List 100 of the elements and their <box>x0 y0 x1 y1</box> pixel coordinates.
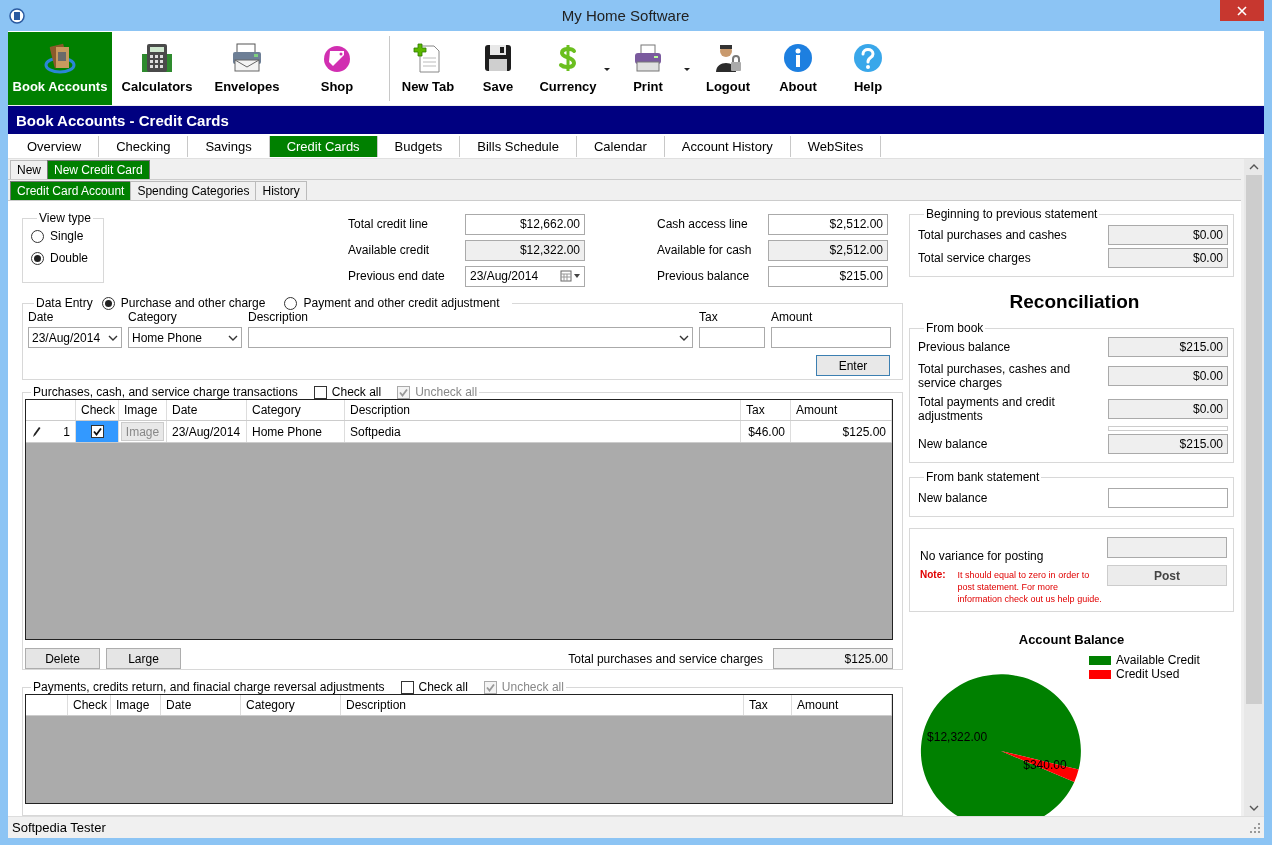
checkbox[interactable] <box>90 425 104 439</box>
toolbar-button[interactable]: About <box>763 32 833 105</box>
checkbox-label: Check all <box>418 680 468 695</box>
toolbar-button[interactable]: Print <box>613 32 693 105</box>
column-header[interactable]: Category <box>247 400 345 421</box>
column-header[interactable]: Tax <box>744 695 792 716</box>
toolbar-button[interactable]: Book Accounts <box>8 32 112 105</box>
action-button[interactable]: Large <box>106 648 181 670</box>
dropdown-field[interactable] <box>248 327 693 349</box>
column-header[interactable]: Check <box>68 695 111 716</box>
value-label: $12,322.00 <box>927 729 988 744</box>
scroll-up-icon[interactable] <box>1249 163 1259 171</box>
tab[interactable]: New <box>10 160 48 179</box>
input-field: $0.00 <box>1108 366 1228 386</box>
radio-button[interactable] <box>284 297 298 310</box>
input-field: $125.00 <box>773 648 893 670</box>
note-label: Note: <box>920 569 946 582</box>
table-cell: 23/Aug/2014 <box>167 421 247 443</box>
field-label: Date <box>28 310 55 325</box>
save-icon <box>482 42 514 74</box>
field-label: New balance <box>918 491 989 505</box>
calendar-icon[interactable] <box>560 270 582 282</box>
input-field: $12,322.00 <box>465 239 585 261</box>
input-field[interactable] <box>1108 488 1228 508</box>
field-label: Available for cash <box>657 243 753 257</box>
printer-icon <box>632 42 664 74</box>
input-field: $2,512.00 <box>768 239 888 261</box>
dropdown-field[interactable]: Home Phone <box>128 327 242 349</box>
app-icon <box>9 7 25 24</box>
checkbox-label: Uncheck all <box>501 680 564 695</box>
tab[interactable]: Budgets <box>377 136 461 157</box>
radio-button[interactable] <box>31 251 44 265</box>
dropdown-field[interactable]: 23/Aug/2014 <box>28 327 122 349</box>
input-field[interactable] <box>771 327 891 349</box>
column-header[interactable]: Date <box>161 695 241 716</box>
group-title: From book <box>925 321 985 335</box>
field-label: Total purchases, cashes and service charges <box>918 362 1072 390</box>
column-header[interactable]: Check <box>76 400 119 421</box>
window-title: My Home Software <box>560 7 691 24</box>
radio-button[interactable] <box>31 229 44 243</box>
field-label: Available credit <box>348 243 431 257</box>
post-button[interactable]: Post <box>1107 565 1227 586</box>
input-field[interactable]: $12,662.00 <box>465 213 585 235</box>
input-field[interactable]: $215.00 <box>768 265 888 287</box>
tab[interactable]: Savings <box>188 136 270 157</box>
field-label: Total service charges <box>918 251 1032 265</box>
radio-button[interactable] <box>101 297 115 310</box>
toolbar-button[interactable]: New Tab <box>393 32 463 105</box>
column-header[interactable]: Description <box>341 695 744 716</box>
toolbar-button[interactable]: Envelopes <box>202 32 292 105</box>
tab[interactable]: WebSites <box>790 136 882 157</box>
field-label: Total purchases and service charges <box>568 651 763 666</box>
enter-button[interactable]: Enter <box>816 355 890 377</box>
column-header[interactable]: Amount <box>792 695 892 716</box>
tab[interactable]: Credit Card Account <box>10 181 132 200</box>
column-header[interactable]: Tax <box>741 400 791 421</box>
column-header[interactable]: Category <box>241 695 341 716</box>
toolbar-button[interactable]: Save <box>463 32 533 105</box>
table-cell: $125.00 <box>791 421 892 443</box>
group-title: Data Entry <box>36 296 93 311</box>
legend-label: Credit Used <box>1116 667 1180 681</box>
tab[interactable]: Spending Categories <box>130 181 257 200</box>
checkbox[interactable] <box>313 385 327 399</box>
section-header: Book Accounts - Credit Cards <box>8 106 1264 134</box>
scroll-down-icon[interactable] <box>1249 804 1259 812</box>
tab[interactable]: Credit Cards <box>269 136 378 157</box>
tab[interactable]: New Credit Card <box>47 160 150 179</box>
section-title: Reconciliation <box>1008 291 1141 313</box>
toolbar-button[interactable]: Currency <box>533 32 613 105</box>
column-header[interactable]: Description <box>345 400 741 421</box>
group-title: Payments, credits return, and finacial charge reversal adjustments <box>33 680 385 695</box>
tab[interactable]: History <box>255 181 307 200</box>
column-header[interactable]: Image <box>111 695 161 716</box>
input-field[interactable]: $2,512.00 <box>768 213 888 235</box>
action-button[interactable]: Delete <box>25 648 100 670</box>
close-icon <box>1237 5 1247 16</box>
toolbar-button[interactable]: Help <box>833 32 903 105</box>
column-header[interactable]: Image <box>119 400 167 421</box>
tab[interactable]: Bills Schedule <box>460 136 577 157</box>
toolbar-button[interactable]: Logout <box>693 32 763 105</box>
column-header[interactable]: Date <box>167 400 247 421</box>
tab[interactable]: Calendar <box>576 136 665 157</box>
input-field[interactable] <box>699 327 765 349</box>
note-text: It should equal to zero in order to post statement. For more information check out us help guide. <box>957 569 1103 605</box>
field-label: Cash access line <box>657 217 749 231</box>
tab[interactable]: Checking <box>99 136 189 157</box>
resize-grip-icon[interactable] <box>1250 822 1260 833</box>
field-label: Previous balance <box>657 269 751 283</box>
date-field[interactable]: 23/Aug/2014 <box>465 265 585 287</box>
column-header[interactable]: Amount <box>791 400 892 421</box>
close-button[interactable] <box>1220 0 1264 21</box>
toolbar-button[interactable]: Shop <box>292 32 382 105</box>
help-icon <box>852 42 884 74</box>
radio-label: Purchase and other charge <box>120 296 266 311</box>
book-icon <box>44 42 76 74</box>
toolbar-button[interactable]: Calculators <box>112 32 202 105</box>
checkbox[interactable] <box>400 680 414 694</box>
tab[interactable]: Overview <box>10 136 100 157</box>
tab[interactable]: Account History <box>664 136 791 157</box>
table-cell: $46.00 <box>741 421 791 443</box>
